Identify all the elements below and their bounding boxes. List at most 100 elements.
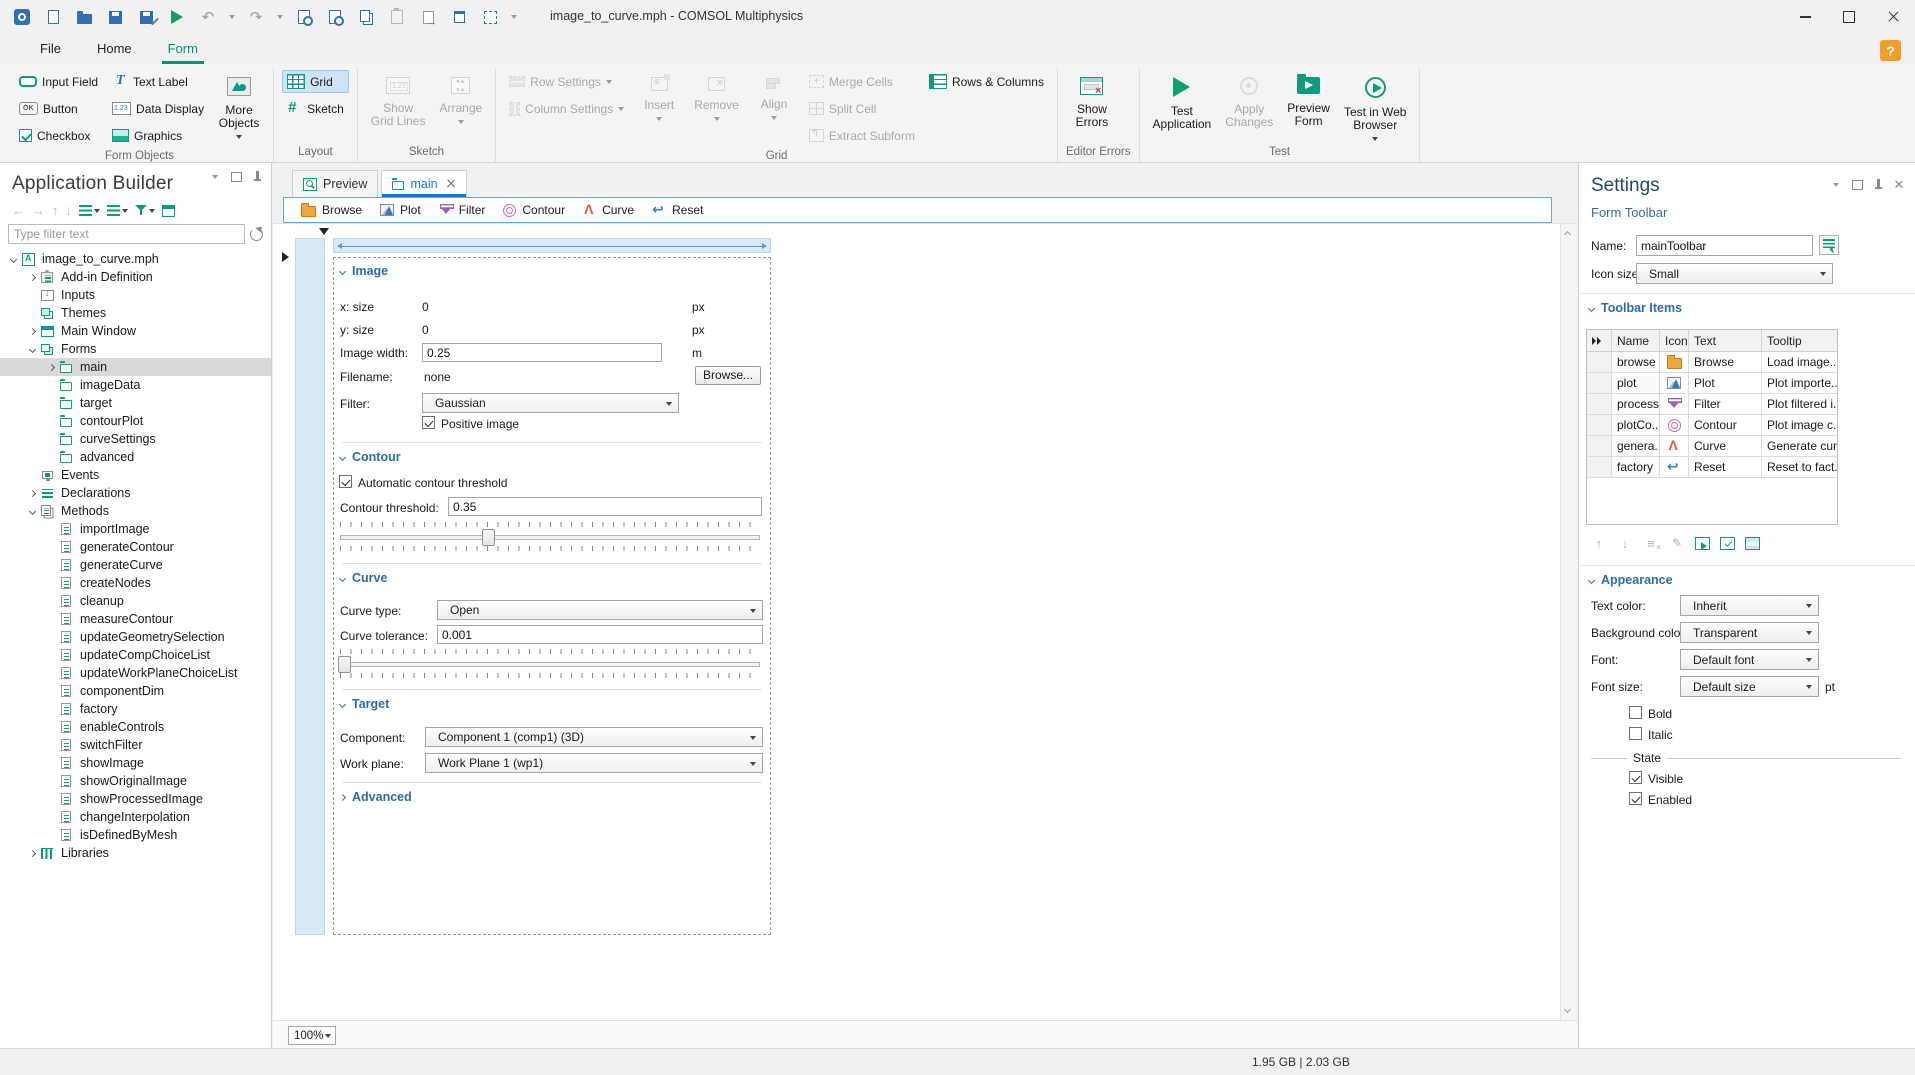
tree-expander-icon[interactable] (44, 720, 58, 734)
up-icon[interactable]: ↑ (52, 203, 59, 218)
tree-expander-icon[interactable] (44, 558, 58, 572)
find-replace-icon[interactable] (325, 7, 345, 27)
panel-close-icon[interactable]: ✕ (1893, 177, 1905, 192)
run-icon[interactable] (167, 7, 187, 27)
form-main[interactable]: Image x: size 0 px y: size 0 px Image wi… (333, 257, 771, 935)
name-input[interactable] (1636, 235, 1813, 256)
font-dropdown[interactable]: Default font (1680, 649, 1819, 670)
canvas-scrollbar[interactable] (1560, 224, 1577, 1020)
ribbon-button-data-display[interactable]: Data Display (107, 97, 209, 120)
collapse-all-button[interactable] (79, 205, 100, 216)
curve-tolerance-input[interactable] (437, 625, 763, 644)
positive-image-checkbox[interactable] (422, 416, 435, 429)
ribbon-button-merge-cells[interactable]: Merge Cells (804, 70, 920, 93)
tree-expander-icon[interactable] (6, 252, 20, 266)
panel-float-icon[interactable] (1851, 179, 1863, 191)
section-curve[interactable]: Curve (338, 571, 387, 585)
save-as-icon[interactable] (136, 7, 156, 27)
copy-icon[interactable] (356, 7, 376, 27)
add-toggle-item-icon[interactable] (1720, 536, 1735, 550)
delete-item-icon[interactable] (1643, 535, 1661, 552)
tree-item[interactable]: showProcessedImage (0, 790, 271, 808)
italic-checkbox[interactable] (1629, 727, 1642, 740)
tree-item[interactable]: updateGeometrySelection (0, 628, 271, 646)
ribbon-button-show-errors[interactable]: Show Errors (1066, 70, 1118, 142)
form-toolbar-button[interactable]: Curve (576, 201, 641, 219)
duplicate-icon[interactable] (418, 7, 438, 27)
ribbon-button-remove[interactable]: Remove (689, 70, 744, 142)
tree-expander-icon[interactable] (44, 594, 58, 608)
tree-item[interactable]: generateCurve (0, 556, 271, 574)
tree-item[interactable]: importImage (0, 520, 271, 538)
ribbon-button-grid[interactable]: Grid (282, 70, 349, 93)
tree-expander-icon[interactable] (44, 378, 58, 392)
tree-expander-icon[interactable] (44, 522, 58, 536)
ribbon-button-insert[interactable]: Insert (633, 70, 685, 142)
tree-expander-icon[interactable] (44, 396, 58, 410)
toolbar-items-table[interactable]: Name Icon Text Tooltip browse Browse Loa… (1586, 329, 1838, 525)
tree-expander-icon[interactable] (44, 828, 58, 842)
ribbon-button-sketch[interactable]: Sketch (282, 97, 349, 120)
qat-customize-icon[interactable] (511, 15, 517, 19)
back-icon[interactable]: ← (12, 203, 25, 218)
bold-checkbox[interactable] (1629, 706, 1642, 719)
scroll-up-icon[interactable] (1563, 229, 1573, 239)
tree-item[interactable]: measureContour (0, 610, 271, 628)
tab-preview[interactable]: Preview (292, 170, 379, 197)
table-row[interactable]: browse Browse Load image... (1587, 352, 1837, 373)
text-color-dropdown[interactable]: Inherit (1680, 595, 1819, 616)
section-image[interactable]: Image (338, 264, 388, 278)
tree-item[interactable]: updateCompChoiceList (0, 646, 271, 664)
ribbon-button-preview-form[interactable]: Preview Form (1282, 70, 1335, 142)
ribbon-button-input-field[interactable]: Input Field (14, 70, 103, 93)
tree-expander-icon[interactable] (25, 306, 39, 320)
show-window-button[interactable] (162, 204, 175, 217)
tree-item[interactable]: cleanup (0, 592, 271, 610)
tree-expander-icon[interactable] (25, 342, 39, 356)
panel-pin-icon[interactable] (251, 171, 263, 183)
panel-menu-icon[interactable] (209, 171, 221, 183)
form-toolbar-button[interactable]: Reset (645, 201, 710, 219)
tree-item[interactable]: imageData (0, 376, 271, 394)
ribbon-button-show-grid-lines[interactable]: Show Grid Lines (366, 70, 431, 142)
tree-item[interactable]: Libraries (0, 844, 271, 862)
delete-icon[interactable] (449, 7, 469, 27)
move-down-icon[interactable] (1617, 535, 1633, 551)
background-color-dropdown[interactable]: Transparent (1680, 622, 1819, 643)
contour-threshold-input[interactable] (448, 497, 762, 516)
tree-item[interactable]: enableControls (0, 718, 271, 736)
table-header-chevrons[interactable] (1587, 330, 1612, 351)
section-target[interactable]: Target (338, 697, 389, 711)
form-toolbar-button[interactable]: Browse (294, 201, 369, 219)
form-toolbar-button[interactable]: Contour (496, 201, 572, 219)
tree-item[interactable]: switchFilter (0, 736, 271, 754)
tree-expander-icon[interactable] (44, 432, 58, 446)
tree-item[interactable]: showOriginalImage (0, 772, 271, 790)
tree-expander-icon[interactable] (44, 810, 58, 824)
contour-threshold-slider[interactable] (340, 535, 760, 540)
tree-item[interactable]: Events (0, 466, 271, 484)
filter-button[interactable] (135, 205, 155, 216)
tree-expander-icon[interactable] (25, 288, 39, 302)
curve-type-dropdown[interactable]: Open (437, 600, 763, 620)
tree-expander-icon[interactable] (44, 756, 58, 770)
tree-item[interactable]: isDefinedByMesh (0, 826, 271, 844)
tree-item[interactable]: updateWorkPlaneChoiceList (0, 664, 271, 682)
tree-item[interactable]: image_to_curve.mph (0, 250, 271, 268)
refresh-icon[interactable] (250, 227, 263, 241)
tree-expander-icon[interactable] (44, 540, 58, 554)
scroll-down-icon[interactable] (1563, 1005, 1573, 1015)
table-row[interactable]: process Filter Plot filtered i... (1587, 394, 1837, 415)
save-icon[interactable] (105, 7, 125, 27)
new-file-icon[interactable] (43, 7, 63, 27)
grid-column-header[interactable] (295, 238, 325, 935)
table-row[interactable]: plot Plot Plot importe... (1587, 373, 1837, 394)
ribbon-button-arrange[interactable]: Arrange (434, 70, 487, 142)
ribbon-button-rows-columns[interactable]: Rows & Columns (924, 70, 1049, 93)
tree-expander-icon[interactable] (25, 324, 39, 338)
tree-item[interactable]: showImage (0, 754, 271, 772)
slider-thumb[interactable] (482, 529, 495, 546)
form-toolbar-button[interactable]: Filter (432, 201, 493, 219)
open-file-icon[interactable] (74, 7, 94, 27)
panel-menu-icon[interactable] (1830, 179, 1842, 191)
